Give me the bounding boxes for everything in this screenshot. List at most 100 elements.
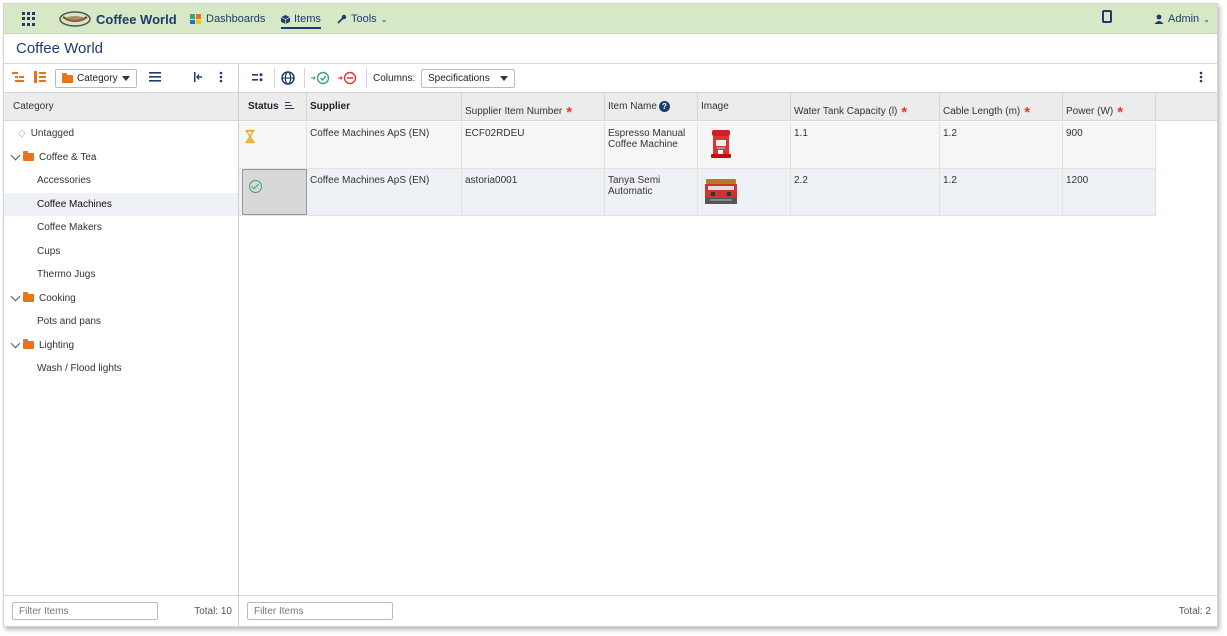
status-cell[interactable]	[239, 122, 307, 168]
item-name-cell[interactable]: Espresso Manual Coffee Machine	[605, 122, 698, 168]
item-name-cell[interactable]: Tanya Semi Automatic	[605, 169, 698, 215]
column-header-label: Supplier	[310, 101, 351, 112]
espresso-machine-image	[711, 130, 731, 158]
reject-icon[interactable]	[338, 71, 358, 85]
water-tank-capacity-cell[interactable]: 2.2	[791, 169, 940, 215]
nav-dashboards[interactable]: Dashboards	[190, 13, 265, 25]
nav-tools[interactable]: Tools ⌄	[337, 13, 387, 25]
user-menu[interactable]: Admin ⌄	[1154, 13, 1210, 25]
supplier-cell[interactable]: Coffee Machines ApS (EN)	[307, 169, 462, 215]
tree-node-cooking[interactable]: Cooking	[4, 287, 238, 311]
nav-items[interactable]: Items	[281, 13, 321, 29]
column-header-supplier[interactable]: Supplier	[307, 93, 462, 121]
tree-node-coffee-machines[interactable]: Coffee Machines	[4, 192, 238, 216]
chevron-down-icon[interactable]	[10, 291, 21, 302]
tree-node-label: Thermo Jugs	[37, 269, 96, 281]
column-header-power[interactable]: Power (W) *	[1063, 93, 1156, 121]
kebab-menu-icon[interactable]	[219, 71, 223, 83]
supplier-cell[interactable]: Coffee Machines ApS (EN)	[307, 122, 462, 168]
tree-node-lighting[interactable]: Lighting	[4, 334, 238, 358]
folder-icon	[62, 72, 73, 83]
folder-icon	[23, 151, 34, 162]
status-cell[interactable]	[242, 169, 307, 215]
category-toolbar: Category	[4, 64, 238, 92]
tools-wrench-icon	[337, 14, 347, 24]
brand-name[interactable]: Coffee World	[96, 12, 177, 27]
folder-icon	[23, 292, 34, 303]
app-grid-icon[interactable]	[22, 12, 36, 26]
caret-down-icon	[499, 76, 508, 81]
filter-items-input[interactable]: Filter Items	[12, 602, 158, 620]
chevron-down-icon[interactable]	[10, 150, 21, 161]
required-icon: *	[566, 104, 573, 121]
toolbar-separator	[274, 68, 275, 88]
tree-node-untagged[interactable]: ◇ Untagged	[4, 122, 238, 146]
category-footer: Filter Items Total: 10	[4, 595, 238, 626]
kebab-menu-icon[interactable]	[1199, 71, 1203, 83]
supplier-item-number-cell[interactable]: astoria0001	[462, 169, 605, 215]
tree-node-cups[interactable]: Cups	[4, 240, 238, 264]
columns-dropdown-value: Specifications	[428, 73, 490, 84]
column-header-label: Cable Length (m)	[943, 106, 1021, 117]
columns-dropdown[interactable]: Specifications	[421, 69, 515, 88]
image-cell[interactable]	[698, 169, 791, 215]
sort-icon[interactable]	[285, 101, 295, 111]
collapse-panel-icon[interactable]	[194, 72, 204, 82]
semi-automatic-machine-image	[705, 179, 737, 204]
column-header-water-tank-capacity[interactable]: Water Tank Capacity (l) *	[791, 93, 940, 121]
filter-items-input[interactable]: Filter Items	[247, 602, 393, 620]
user-name: Admin	[1168, 13, 1200, 25]
column-header-label: Status	[248, 101, 279, 112]
tree-node-pots-and-pans[interactable]: Pots and pans	[4, 310, 238, 334]
nav-items-label: Items	[294, 13, 321, 25]
coffee-world-logo	[59, 11, 91, 27]
tree-node-thermo-jugs[interactable]: Thermo Jugs	[4, 263, 238, 287]
user-icon	[1154, 14, 1164, 24]
chevron-down-icon: ⌄	[380, 14, 388, 24]
folder-icon	[23, 339, 34, 350]
column-header-image[interactable]: Image	[698, 93, 791, 121]
filter-columns-icon[interactable]	[252, 73, 263, 82]
category-dropdown[interactable]: Category	[55, 69, 137, 88]
category-header: Category	[4, 92, 238, 121]
tree-node-label: Coffee & Tea	[39, 151, 97, 163]
tree-collapse-icon[interactable]	[34, 71, 46, 83]
column-header-cable-length[interactable]: Cable Length (m) *	[940, 93, 1063, 121]
category-dropdown-value: Category	[77, 73, 118, 84]
column-header-supplier-item-number[interactable]: Supplier Item Number *	[462, 93, 605, 121]
tree-node-accessories[interactable]: Accessories	[4, 169, 238, 193]
tree-expand-icon[interactable]	[12, 71, 24, 83]
image-cell[interactable]	[698, 122, 791, 168]
cable-length-cell[interactable]: 1.2	[940, 169, 1063, 215]
table-row[interactable]: Coffee Machines ApS (EN) astoria0001 Tan…	[239, 169, 1156, 216]
tree-node-coffee-tea[interactable]: Coffee & Tea	[4, 146, 238, 170]
column-header-status[interactable]: Status	[239, 93, 307, 121]
columns-label: Columns:	[373, 73, 416, 84]
column-header-item-name[interactable]: Item Name?	[605, 93, 698, 121]
power-cell[interactable]: 900	[1063, 122, 1156, 168]
cable-length-cell[interactable]: 1.2	[940, 122, 1063, 168]
chevron-down-icon: ⌄	[1203, 14, 1210, 24]
help-icon[interactable]: ?	[658, 101, 670, 112]
column-header-label: Supplier Item Number	[465, 106, 563, 117]
tree-node-wash-flood-lights[interactable]: Wash / Flood lights	[4, 357, 238, 381]
top-navigation-bar: Coffee World Dashboards Items Tools ⌄ Ad…	[4, 4, 1217, 34]
tree-node-label: Untagged	[30, 128, 75, 140]
required-icon: *	[901, 104, 908, 121]
tree-node-coffee-makers[interactable]: Coffee Makers	[4, 216, 238, 240]
supplier-item-number-cell[interactable]: ECF02RDEU	[462, 122, 605, 168]
tree-node-label: Cups	[37, 245, 61, 257]
list-icon[interactable]	[149, 72, 161, 82]
clipboard-icon[interactable]	[1102, 10, 1112, 23]
globe-icon[interactable]	[281, 71, 295, 85]
chevron-down-icon[interactable]	[10, 338, 21, 349]
table-row[interactable]: Coffee Machines ApS (EN) ECF02RDEU Espre…	[239, 122, 1156, 169]
approve-icon[interactable]	[311, 71, 331, 85]
grid-footer: Filter Items Total: 2	[239, 595, 1217, 626]
tree-node-label: Coffee Makers	[37, 222, 102, 234]
items-cube-icon	[281, 14, 290, 24]
check-circle-icon	[249, 180, 262, 193]
tree-node-label: Pots and pans	[37, 316, 101, 328]
water-tank-capacity-cell[interactable]: 1.1	[791, 122, 940, 168]
power-cell[interactable]: 1200	[1063, 169, 1156, 215]
